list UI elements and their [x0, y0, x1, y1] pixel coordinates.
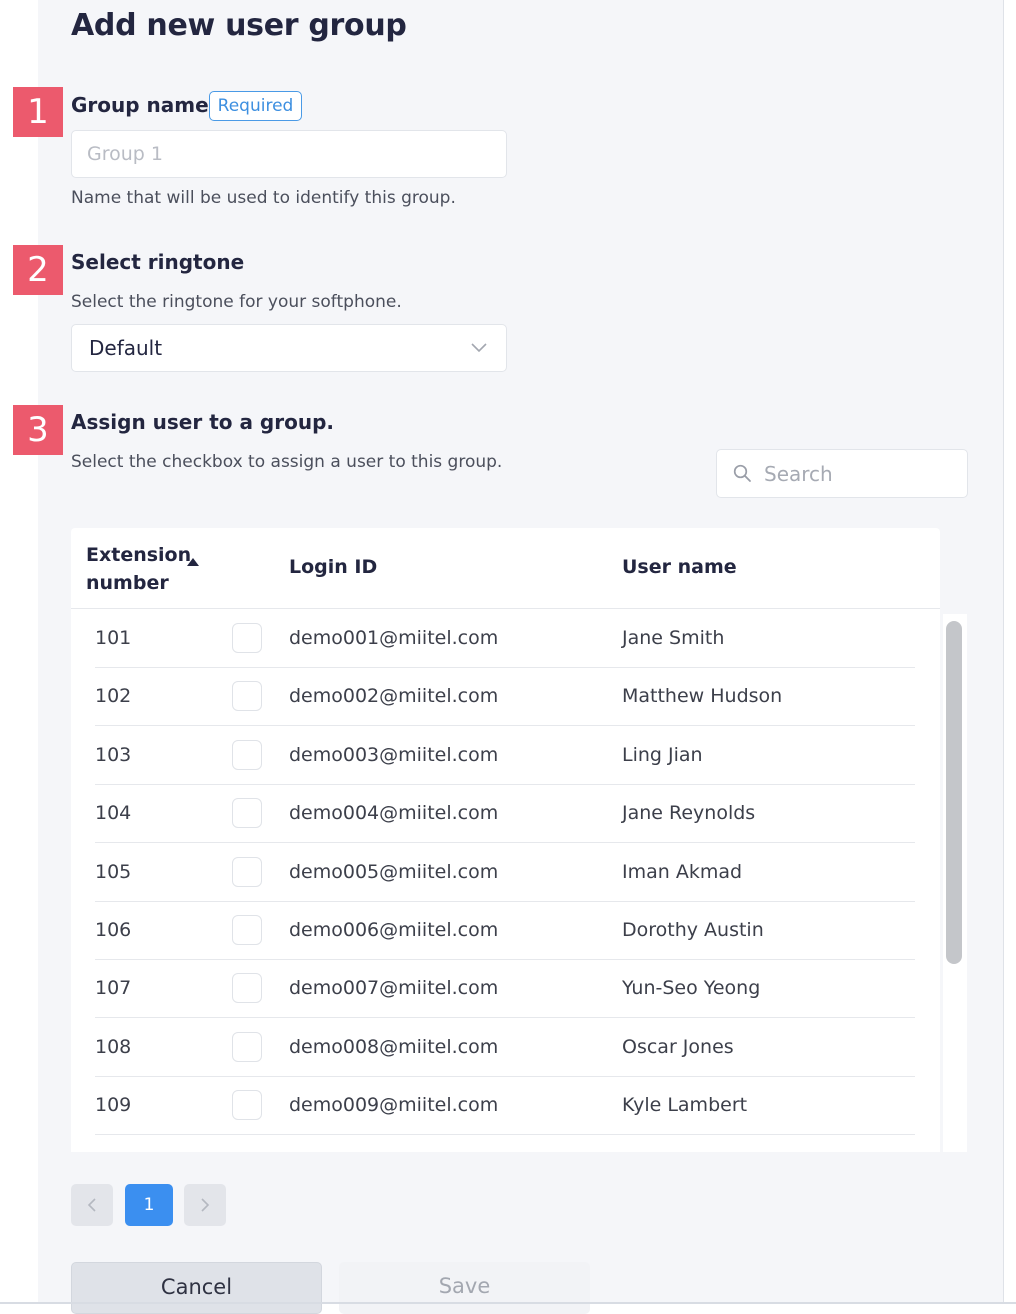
row-extension: 106 [95, 919, 132, 941]
row-extension: 104 [95, 802, 132, 825]
table-header: Extension number Login ID User name [71, 528, 940, 609]
row-extension: 108 [95, 1035, 132, 1058]
assign-user-checkbox[interactable] [232, 1090, 262, 1121]
row-checkbox-cell [232, 901, 262, 959]
row-login-id: demo002@miitel.com [289, 685, 499, 708]
row-user-name: Jane Smith [622, 627, 725, 649]
cancel-button[interactable]: Cancel [71, 1262, 322, 1314]
user-search-box[interactable] [716, 449, 968, 498]
table-row: 103 demo003@miitel.com Ling Jian [95, 726, 915, 785]
user-search-input[interactable] [762, 460, 951, 487]
ringtone-select[interactable]: Default [71, 324, 507, 372]
chevron-right-icon [201, 1198, 210, 1212]
table-row: 109 demo009@miitel.com Kyle Lambert [95, 1076, 915, 1136]
row-login-id: demo004@miitel.com [289, 802, 499, 825]
row-user-name: Matthew Hudson [622, 685, 783, 708]
row-checkbox-cell [232, 1076, 262, 1134]
sort-ascending-icon[interactable] [187, 558, 199, 566]
assign-user-checkbox[interactable] [232, 681, 262, 712]
row-login-id: demo005@miitel.com [289, 860, 499, 883]
row-checkbox-cell [232, 609, 262, 667]
row-extension: 101 [95, 627, 132, 649]
assign-user-checkbox[interactable] [232, 973, 262, 1004]
pagination-next-button[interactable] [184, 1184, 226, 1226]
assign-user-checkbox[interactable] [232, 798, 262, 829]
table-row: 102 demo002@miitel.com Matthew Hudson [95, 667, 915, 727]
row-login-id: demo007@miitel.com [289, 977, 499, 1000]
pagination-page-current[interactable]: 1 [125, 1184, 173, 1226]
ringtone-selected-value: Default [89, 336, 163, 360]
row-user-name: Oscar Jones [622, 1035, 734, 1058]
row-extension: 105 [95, 860, 132, 883]
panel-border [1003, 0, 1004, 1304]
row-user-name: Iman Akmad [622, 860, 743, 883]
assign-user-checkbox[interactable] [232, 915, 262, 945]
assign-help: Select the checkbox to assign a user to … [71, 452, 503, 472]
row-extension: 102 [95, 685, 132, 708]
ringtone-help: Select the ringtone for your softphone. [71, 292, 402, 312]
row-login-id: demo006@miitel.com [289, 919, 499, 941]
chevron-left-icon [87, 1198, 96, 1212]
row-checkbox-cell [232, 726, 262, 784]
group-name-help: Name that will be used to identify this … [71, 188, 456, 208]
row-checkbox-cell [232, 667, 262, 725]
table-row: 101 demo001@miitel.com Jane Smith [95, 609, 915, 668]
assign-user-checkbox[interactable] [232, 1031, 262, 1062]
column-header-user-name: User name [622, 556, 737, 578]
row-checkbox-cell [232, 959, 262, 1017]
pagination-prev-button[interactable] [71, 1184, 113, 1226]
table-scrollbar-thumb[interactable] [946, 621, 962, 964]
row-extension: 103 [95, 743, 132, 766]
row-login-id: demo001@miitel.com [289, 627, 499, 649]
row-checkbox-cell [232, 784, 262, 842]
row-user-name: Yun-Seo Yeong [622, 977, 761, 1000]
row-checkbox-cell [232, 1018, 262, 1076]
table-row: 108 demo008@miitel.com Oscar Jones [95, 1018, 915, 1077]
row-checkbox-cell [232, 843, 262, 901]
row-extension: 107 [95, 977, 132, 1000]
step-badge-3: 3 [13, 405, 63, 455]
assign-user-checkbox[interactable] [232, 623, 262, 653]
table-body: 101 demo001@miitel.com Jane Smith 102 demo00… [71, 609, 940, 1152]
chevron-down-icon [471, 343, 487, 353]
ringtone-title: Select ringtone [71, 250, 245, 274]
row-extension: 109 [95, 1094, 132, 1117]
row-user-name: Dorothy Austin [622, 919, 764, 941]
row-login-id: demo003@miitel.com [289, 743, 499, 766]
required-badge: Required [209, 91, 302, 121]
search-icon [733, 464, 751, 482]
row-login-id: demo009@miitel.com [289, 1094, 499, 1117]
column-header-login-id: Login ID [289, 556, 378, 578]
row-user-name: Kyle Lambert [622, 1094, 748, 1117]
step-badge-1: 1 [13, 87, 63, 137]
assign-title: Assign user to a group. [71, 410, 334, 434]
row-user-name: Ling Jian [622, 743, 703, 766]
table-row: 106 demo006@miitel.com Dorothy Austin [95, 901, 915, 960]
group-name-input[interactable] [71, 130, 507, 178]
row-user-name: Jane Reynolds [622, 802, 756, 825]
assign-user-checkbox[interactable] [232, 856, 262, 887]
table-row: 104 demo004@miitel.com Jane Reynolds [95, 784, 915, 844]
save-button[interactable]: Save [339, 1262, 590, 1314]
assign-user-checkbox[interactable] [232, 739, 262, 770]
column-header-extension[interactable]: Extension number [86, 541, 196, 597]
group-name-title: Group name [71, 93, 209, 117]
users-table: Extension number Login ID User name 101 d… [71, 528, 940, 1152]
page-title: Add new user group [71, 8, 407, 43]
table-row: 105 demo005@miitel.com Iman Akmad [95, 843, 915, 902]
table-row: 107 demo007@miitel.com Yun-Seo Yeong [95, 959, 915, 1019]
step-badge-2: 2 [13, 245, 63, 295]
row-login-id: demo008@miitel.com [289, 1035, 499, 1058]
